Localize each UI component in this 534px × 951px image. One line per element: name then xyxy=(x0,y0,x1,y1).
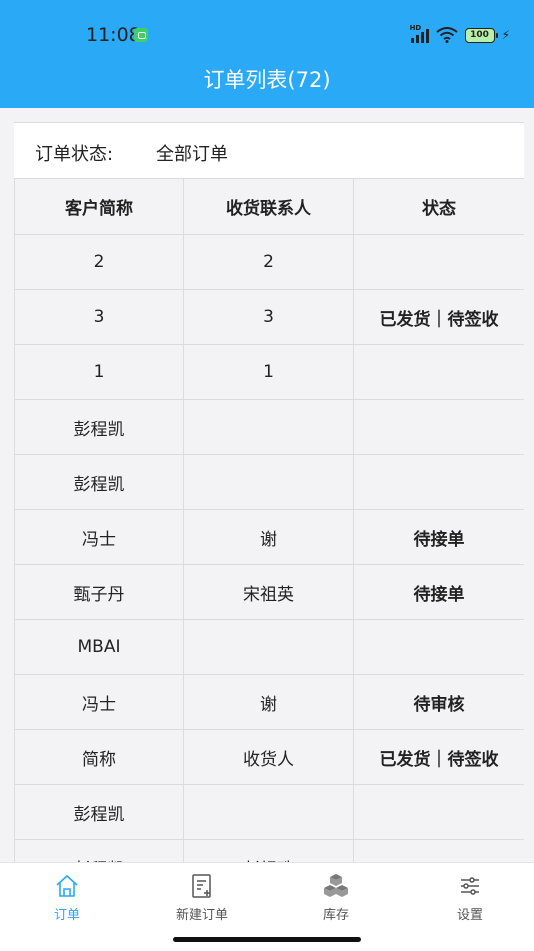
home-indicator xyxy=(173,937,361,942)
cell-customer: 甄子丹 xyxy=(14,564,184,620)
order-status-filter[interactable]: 订单状态: 全部订单 xyxy=(14,122,524,178)
cell-status: 待接单 xyxy=(353,509,524,565)
cell-customer: 2 xyxy=(14,234,184,290)
cell-status xyxy=(353,234,524,290)
cell-contact: 3 xyxy=(183,289,354,345)
tab-label: 新建订单 xyxy=(175,908,228,923)
cell-status xyxy=(353,839,524,862)
filter-label: 订单状态: xyxy=(35,144,114,165)
table-row[interactable]: MBAI xyxy=(14,619,524,675)
table-row[interactable]: 11 xyxy=(14,344,524,400)
system-icons: HD 100 ⚡ xyxy=(410,24,510,43)
settings-icon xyxy=(461,877,479,895)
cell-status xyxy=(353,399,524,455)
cell-contact: 彭规珠 xyxy=(183,839,354,862)
cell-customer: 冯士 xyxy=(14,674,184,730)
table-row[interactable]: 彭程凯 xyxy=(14,454,524,510)
cell-status xyxy=(353,344,524,400)
cell-status: 待接单 xyxy=(353,564,524,620)
tab-orders[interactable]: 订单 xyxy=(17,873,117,923)
new-order-icon xyxy=(192,874,211,898)
cell-contact xyxy=(183,784,354,840)
wifi-icon xyxy=(435,27,458,43)
column-header-status: 状态 xyxy=(353,178,524,235)
tab-new-order[interactable]: 新建订单 xyxy=(152,873,252,923)
table-row[interactable]: 3 3 已发货｜待签收 xyxy=(14,289,524,345)
cell-customer: 1 xyxy=(14,344,184,400)
cell-contact xyxy=(183,619,354,675)
tab-label: 设置 xyxy=(456,908,483,923)
table-header-row: 客户简称 收货联系人 状态 xyxy=(14,178,524,235)
cell-customer: MBAI xyxy=(14,619,184,675)
filter-value[interactable]: 全部订单 xyxy=(156,140,228,166)
inventory-icon xyxy=(324,874,348,897)
cell-status xyxy=(353,784,524,840)
cell-customer: 简称 xyxy=(14,729,184,785)
cell-status xyxy=(353,454,524,510)
cell-customer: 彭程凯 xyxy=(14,784,184,840)
status-bar: 11:08 HD 100 ⚡ xyxy=(0,0,534,70)
table-row[interactable]: 22 xyxy=(14,234,524,290)
charging-icon: ⚡ xyxy=(501,28,510,42)
table-row[interactable]: 甄子丹 宋祖英 待接单 xyxy=(14,564,524,620)
cell-customer: 3 xyxy=(14,289,184,345)
cell-customer: 彭程凯 xyxy=(14,839,184,862)
column-header-contact: 收货联系人 xyxy=(183,178,354,235)
table-row[interactable]: 彭程凯彭规珠 xyxy=(14,839,524,862)
cell-status xyxy=(353,619,524,675)
table-row[interactable]: 冯士谢待审核 xyxy=(14,674,524,730)
cell-status: 已发货｜待签收 xyxy=(353,289,524,345)
cell-status: 已发货｜待签收 xyxy=(353,729,524,785)
cell-customer: 彭程凯 xyxy=(14,454,184,510)
cell-contact: 谢 xyxy=(183,509,354,565)
tab-label: 库存 xyxy=(322,908,349,923)
cell-status: 待审核 xyxy=(353,674,524,730)
table-row[interactable]: 简称 收货人 已发货｜待签收 xyxy=(14,729,524,785)
column-header-customer: 客户简称 xyxy=(14,178,184,235)
orders-table[interactable]: 客户简称 收货联系人 状态 2 2 3 3 已发货｜待签收 1 1 彭程凯 彭程凯 冯士谢待接单甄… xyxy=(14,178,524,862)
table-row[interactable]: 彭程凯 xyxy=(14,784,524,840)
app-header: 11:08 HD 100 ⚡ 订单列表(72) xyxy=(0,0,534,108)
cell-contact xyxy=(183,399,354,455)
tab-settings[interactable]: 设置 xyxy=(420,873,520,923)
home-icon xyxy=(56,874,78,897)
cell-contact: 收货人 xyxy=(183,729,354,785)
cell-contact: 宋祖英 xyxy=(183,564,354,620)
cell-contact: 谢 xyxy=(183,674,354,730)
battery-icon: 100 xyxy=(464,27,498,43)
table-row[interactable]: 冯士谢待接单 xyxy=(14,509,524,565)
cell-contact: 1 xyxy=(183,344,354,400)
cell-customer: 冯士 xyxy=(14,509,184,565)
cell-contact: 2 xyxy=(183,234,354,290)
page-title: 订单列表(72) xyxy=(203,68,331,92)
tab-label: 订单 xyxy=(53,908,80,923)
wechat-notification-icon xyxy=(134,28,148,42)
cell-customer: 彭程凯 xyxy=(14,399,184,455)
status-time: 11:08 xyxy=(86,24,141,46)
table-row[interactable]: 彭程凯 xyxy=(14,399,524,455)
signal-icon: HD xyxy=(410,24,429,43)
tab-inventory[interactable]: 库存 xyxy=(286,873,386,923)
cell-contact xyxy=(183,454,354,510)
